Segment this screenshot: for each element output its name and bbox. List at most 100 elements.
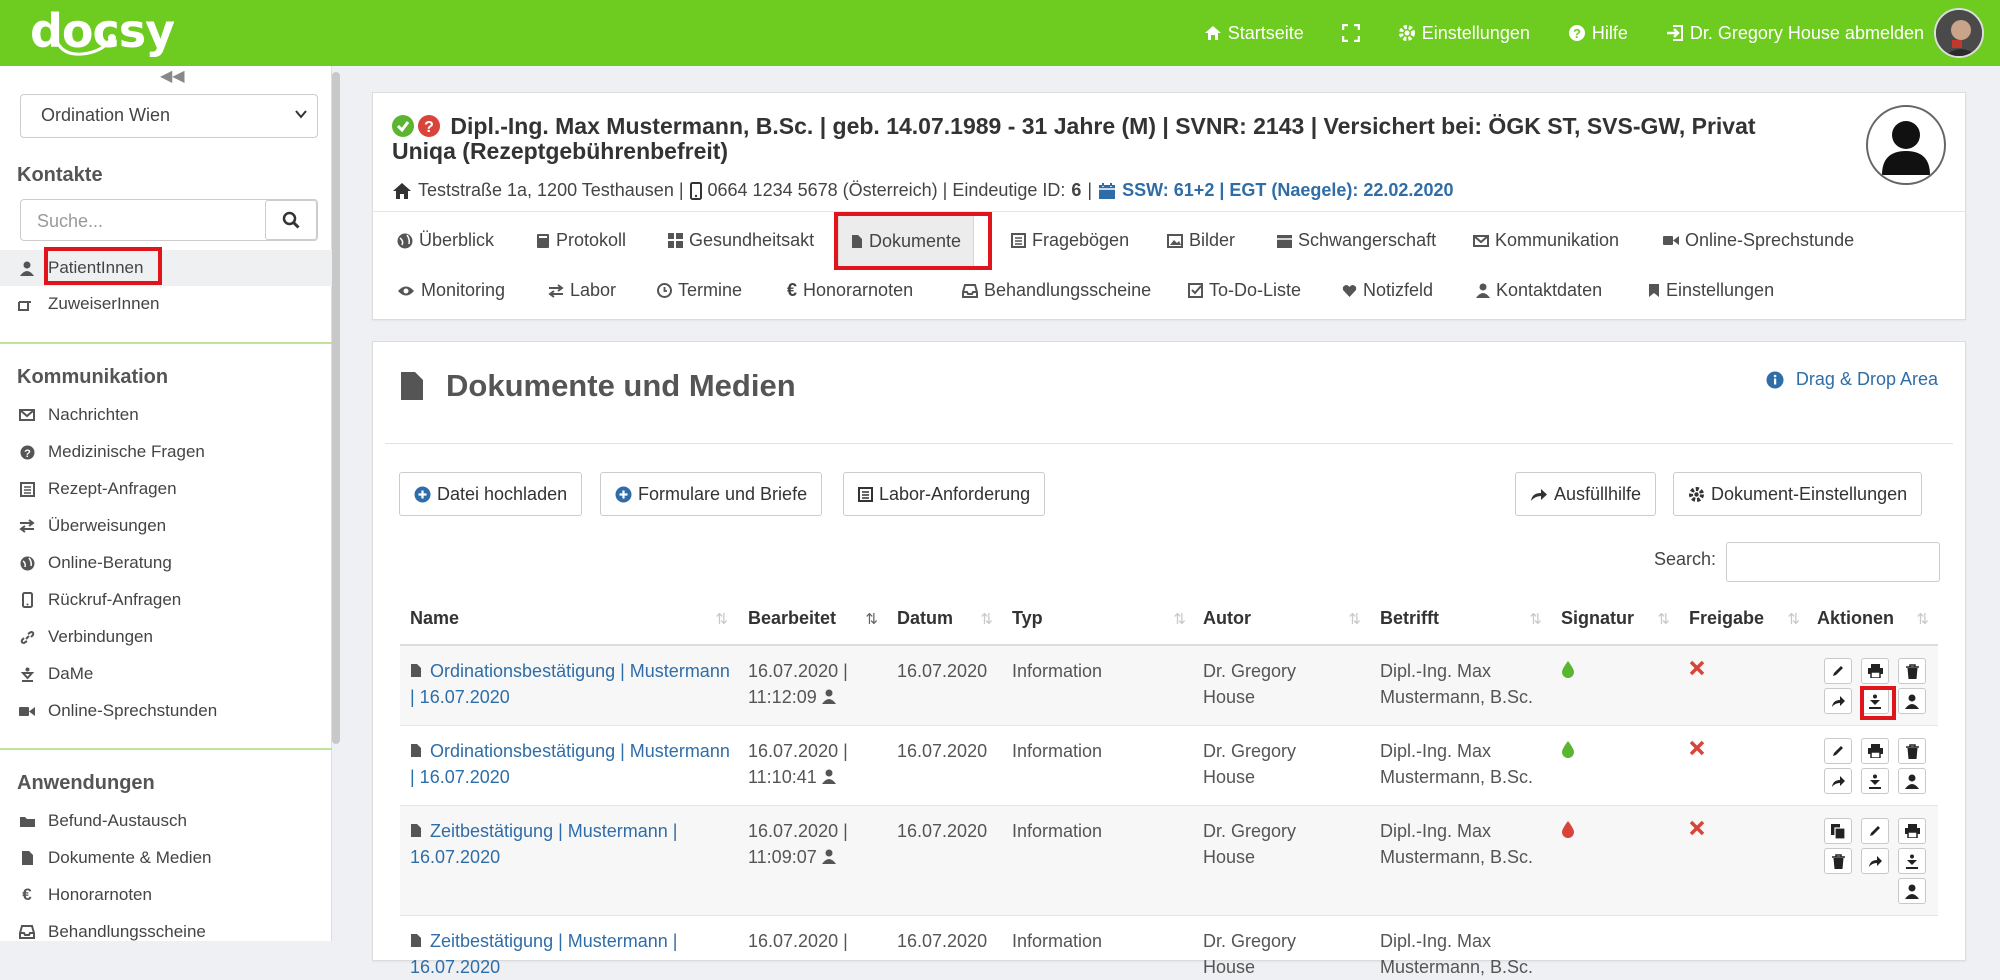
- table-row[interactable]: Ordinationsbestätigung | Mustermann | 16…: [400, 646, 1938, 726]
- patient-button[interactable]: [1898, 878, 1926, 904]
- tab-treatment-vouchers[interactable]: Behandlungsscheine: [962, 280, 1151, 301]
- print-button[interactable]: [1861, 738, 1889, 764]
- column-header-edited[interactable]: Bearbeitet ⇅: [748, 608, 878, 629]
- trash-icon: [1905, 743, 1919, 759]
- sidebar-item-referrers[interactable]: ZuweiserInnen: [18, 290, 160, 318]
- upload-file-button[interactable]: Datei hochladen: [399, 472, 583, 516]
- tab-todo[interactable]: To-Do-Liste: [1188, 280, 1301, 301]
- dame-send-button[interactable]: [1861, 768, 1889, 794]
- tab-overview[interactable]: Überblick: [397, 230, 494, 251]
- tab-images[interactable]: Bilder: [1167, 230, 1235, 251]
- sidebar-item-prescriptions[interactable]: Rezept-Anfragen: [18, 475, 177, 503]
- edited-cell: 16.07.2020 | 11:12:09: [748, 658, 878, 710]
- tab-contact-data[interactable]: Kontaktdaten: [1476, 280, 1602, 301]
- sidebar-item-online-consultation[interactable]: Online-Beratung: [18, 549, 172, 577]
- edit-button[interactable]: [1824, 658, 1852, 684]
- share-button[interactable]: [1861, 848, 1889, 874]
- sidebar-item-label: Nachrichten: [48, 405, 139, 424]
- sidebar-item-referrals[interactable]: Überweisungen: [18, 512, 166, 540]
- copy-button[interactable]: [1824, 818, 1852, 844]
- tab-communication[interactable]: Kommunikation: [1473, 230, 1619, 251]
- edit-button[interactable]: [1824, 738, 1852, 764]
- tab-invoices[interactable]: € Honorarnoten: [787, 280, 913, 301]
- sidebar-scrollbar[interactable]: [332, 72, 340, 744]
- settings-link[interactable]: Einstellungen: [1398, 23, 1530, 44]
- help-link[interactable]: ? Hilfe: [1568, 23, 1628, 44]
- dame-send-button[interactable]: [1898, 848, 1926, 874]
- table-row[interactable]: Zeitbestätigung | Mustermann | 16.07.202…: [400, 916, 1938, 977]
- tab-questionnaires[interactable]: Fragebögen: [1011, 230, 1129, 251]
- column-header-signature[interactable]: Signatur ⇅: [1561, 608, 1670, 629]
- fullscreen-button[interactable]: [1341, 24, 1360, 42]
- person-icon: [1905, 694, 1919, 709]
- pregnancy-info[interactable]: SSW: 61+2 | EGT (Naegele): 22.02.2020: [1122, 180, 1453, 201]
- tab-appointments[interactable]: Termine: [657, 280, 742, 301]
- document-settings-button[interactable]: Dokument-Einstellungen: [1673, 472, 1923, 516]
- search-button[interactable]: [265, 200, 317, 240]
- search-field[interactable]: Suche...: [20, 199, 318, 241]
- document-name-link[interactable]: Ordinationsbestätigung | Mustermann | 16…: [410, 658, 730, 710]
- sidebar-item-messages[interactable]: Nachrichten: [18, 401, 139, 429]
- sidebar-item-documents-media[interactable]: Dokumente & Medien: [18, 844, 211, 872]
- table-row[interactable]: Zeitbestätigung | Mustermann | 16.07.202…: [400, 806, 1938, 916]
- calendar-icon: [1277, 235, 1292, 248]
- sidebar-item-connections[interactable]: Verbindungen: [18, 623, 153, 651]
- column-header-date[interactable]: Datum ⇅: [897, 608, 993, 629]
- tab-online-consultation[interactable]: Online-Sprechstunde: [1663, 230, 1854, 251]
- tab-notes[interactable]: Notizfeld: [1342, 280, 1433, 301]
- tab-pregnancy[interactable]: Schwangerschaft: [1277, 230, 1436, 251]
- column-header-author[interactable]: Autor ⇅: [1203, 608, 1361, 629]
- upload-file-label: Datei hochladen: [437, 483, 568, 504]
- share-button[interactable]: [1824, 768, 1852, 794]
- delete-button[interactable]: [1898, 658, 1926, 684]
- share-arrow-icon: [1868, 855, 1882, 867]
- sidebar-item-findings-exchange[interactable]: Befund-Austausch: [18, 807, 187, 835]
- document-name-link[interactable]: Zeitbestätigung | Mustermann | 16.07.202…: [410, 928, 730, 980]
- column-header-subject[interactable]: Betrifft ⇅: [1380, 608, 1542, 629]
- sidebar-item-treatment-vouchers[interactable]: Behandlungsscheine: [18, 918, 206, 946]
- logout-link[interactable]: Dr. Gregory House abmelden: [1666, 23, 1924, 44]
- column-header-name[interactable]: Name ⇅: [410, 608, 728, 629]
- tab-health-record[interactable]: Gesundheitsakt: [668, 230, 814, 251]
- sidebar-item-callback-requests[interactable]: Rückruf-Anfragen: [18, 586, 181, 614]
- collapse-sidebar-icon[interactable]: ◀◀: [160, 66, 185, 86]
- print-button[interactable]: [1898, 818, 1926, 844]
- envelope-icon: [19, 409, 35, 421]
- table-search-input[interactable]: [1726, 542, 1940, 582]
- top-bar: docsy Startseite Einstellungen ? Hilfe D…: [0, 0, 2000, 66]
- lab-request-button[interactable]: Labor-Anforderung: [843, 472, 1046, 516]
- user-avatar[interactable]: [1934, 8, 1984, 58]
- delete-button[interactable]: [1898, 738, 1926, 764]
- sidebar-item-label: DaMe: [48, 664, 94, 683]
- column-header-actions[interactable]: Aktionen ⇅: [1817, 608, 1929, 629]
- fill-help-button[interactable]: Ausfüllhilfe: [1515, 472, 1657, 516]
- column-header-type[interactable]: Typ ⇅: [1012, 608, 1186, 629]
- tab-settings[interactable]: Einstellungen: [1648, 280, 1774, 301]
- location-select[interactable]: Ordination Wien: [20, 94, 318, 138]
- edit-button[interactable]: [1861, 818, 1889, 844]
- document-name-link[interactable]: Ordinationsbestätigung | Mustermann | 16…: [410, 738, 730, 790]
- column-header-release[interactable]: Freigabe ⇅: [1689, 608, 1800, 629]
- edited-value: 16.07.2020 |: [748, 931, 848, 951]
- table-row[interactable]: Ordinationsbestätigung | Mustermann | 16…: [400, 726, 1938, 806]
- delete-button[interactable]: [1824, 848, 1852, 874]
- tab-lab[interactable]: Labor: [548, 280, 616, 301]
- envelope-icon: [1473, 234, 1489, 247]
- home-link[interactable]: Startseite: [1204, 23, 1304, 44]
- document-name-link[interactable]: Zeitbestätigung | Mustermann | 16.07.202…: [410, 818, 730, 870]
- sidebar-item-dame[interactable]: DaMe: [18, 660, 93, 688]
- forms-letters-button[interactable]: Formulare und Briefe: [600, 472, 823, 516]
- person-icon: [1905, 774, 1919, 789]
- patient-avatar[interactable]: [1866, 105, 1946, 185]
- sidebar-item-invoices[interactable]: € Honorarnoten: [18, 881, 152, 909]
- tab-monitoring[interactable]: Monitoring: [397, 280, 505, 301]
- sidebar-item-medical-questions[interactable]: ? Medizinische Fragen: [18, 438, 205, 466]
- share-button[interactable]: [1824, 688, 1852, 714]
- tab-protocol[interactable]: Protokoll: [536, 230, 626, 251]
- patient-button[interactable]: [1898, 768, 1926, 794]
- print-button[interactable]: [1861, 658, 1889, 684]
- edited-cell: 16.07.2020 | 11:09:07: [748, 818, 878, 870]
- patient-button[interactable]: [1898, 688, 1926, 714]
- drag-drop-area[interactable]: Drag & Drop Area: [1766, 369, 1938, 390]
- sidebar-item-online-hours[interactable]: Online-Sprechstunden: [18, 697, 217, 725]
